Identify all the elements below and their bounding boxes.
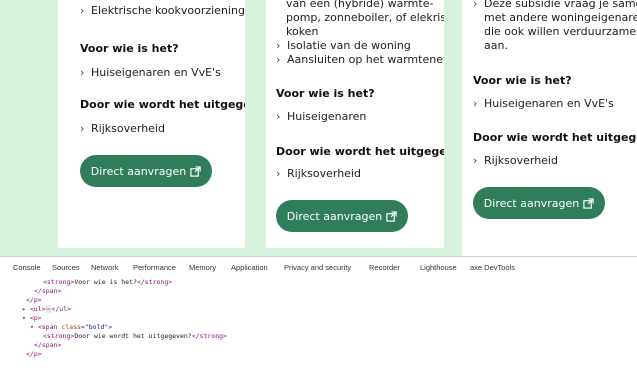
collapse-triangle-icon[interactable]: ▾: [30, 323, 34, 331]
heading-by: Door wie wordt het uitgegeven?: [473, 131, 637, 144]
subsidy-card-2: van een (hybride) warmte- pomp, zonneboi…: [266, 0, 444, 248]
external-link-icon: [583, 197, 594, 209]
dom-line[interactable]: </span>: [34, 341, 61, 350]
external-link-icon: [386, 210, 397, 222]
description-line: die ook willen verduurzamen: [484, 25, 637, 38]
dom-line-ul[interactable]: ▸ <ul>⋯</ul>: [22, 305, 71, 314]
devtools-tab-bar: Console Sources Network Performance Memo…: [0, 256, 637, 278]
collapse-triangle-icon[interactable]: ▾: [22, 314, 26, 322]
heading-by: Door wie wordt het uitgegeven?: [276, 145, 444, 158]
dom-line[interactable]: </p>: [26, 296, 42, 305]
chevron-right-icon: ›: [80, 122, 85, 135]
tab-application[interactable]: Application: [231, 263, 268, 272]
tab-recorder[interactable]: Recorder: [369, 263, 400, 272]
description-line: pomp, zonneboiler, of elekrisch: [286, 11, 444, 24]
tab-network[interactable]: Network: [91, 263, 119, 272]
chevron-right-icon: ›: [473, 154, 478, 167]
tab-console[interactable]: Console: [13, 263, 41, 272]
tab-memory[interactable]: Memory: [189, 263, 216, 272]
chevron-right-icon: ›: [473, 0, 478, 10]
dom-line[interactable]: <strong>Door wie wordt het uitgegeven?</…: [43, 332, 227, 341]
dom-line-p[interactable]: ▾ <p>: [22, 314, 42, 323]
chevron-right-icon: ›: [276, 39, 281, 52]
heading-who: Voor wie is het?: [473, 74, 572, 87]
dom-line[interactable]: </span>: [34, 287, 61, 296]
direct-aanvragen-button[interactable]: Direct aanvragen: [80, 155, 212, 187]
tab-lighthouse[interactable]: Lighthouse: [420, 263, 457, 272]
tab-sources[interactable]: Sources: [52, 263, 80, 272]
direct-aanvragen-button[interactable]: Direct aanvragen: [473, 187, 605, 219]
tab-privacy-and-security[interactable]: Privacy and security: [284, 263, 351, 272]
expand-triangle-icon[interactable]: ▸: [22, 305, 26, 313]
direct-aanvragen-button[interactable]: Direct aanvragen: [276, 200, 408, 232]
subsidy-card-3: › Deze subsidie vraag je samen met ander…: [462, 0, 637, 256]
webpage-viewport: › Elektrische kookvoorziening Voor wie i…: [0, 0, 637, 256]
chevron-right-icon: ›: [473, 97, 478, 110]
dom-line-span[interactable]: ▾ <span class="bold">: [30, 323, 112, 332]
elements-panel: <strong>Voor wie is het?</strong> </span…: [0, 277, 637, 371]
heading-who: Voor wie is het?: [80, 42, 179, 55]
subsidy-card-1: › Elektrische kookvoorziening Voor wie i…: [58, 0, 245, 248]
dom-line[interactable]: <strong>Voor wie is het?</strong>: [43, 278, 172, 287]
description-line: koken: [286, 25, 319, 38]
description-line: van een (hybride) warmte-: [286, 0, 434, 10]
chevron-right-icon: ›: [276, 110, 281, 123]
chevron-right-icon: ›: [80, 4, 85, 17]
external-link-icon: [190, 165, 201, 177]
chevron-right-icon: ›: [276, 53, 281, 66]
heading-by: Door wie wordt het uitgegeven?: [80, 98, 245, 111]
tab-performance[interactable]: Performance: [133, 263, 176, 272]
heading-who: Voor wie is het?: [276, 87, 375, 100]
chevron-right-icon: ›: [80, 66, 85, 79]
description-line: aan.: [484, 39, 508, 52]
dom-line[interactable]: </p>: [26, 350, 42, 359]
chevron-right-icon: ›: [276, 167, 281, 180]
tab-axe-devtools[interactable]: axe DevTools: [470, 263, 515, 272]
description-line: met andere woningeigenaren: [484, 11, 637, 24]
